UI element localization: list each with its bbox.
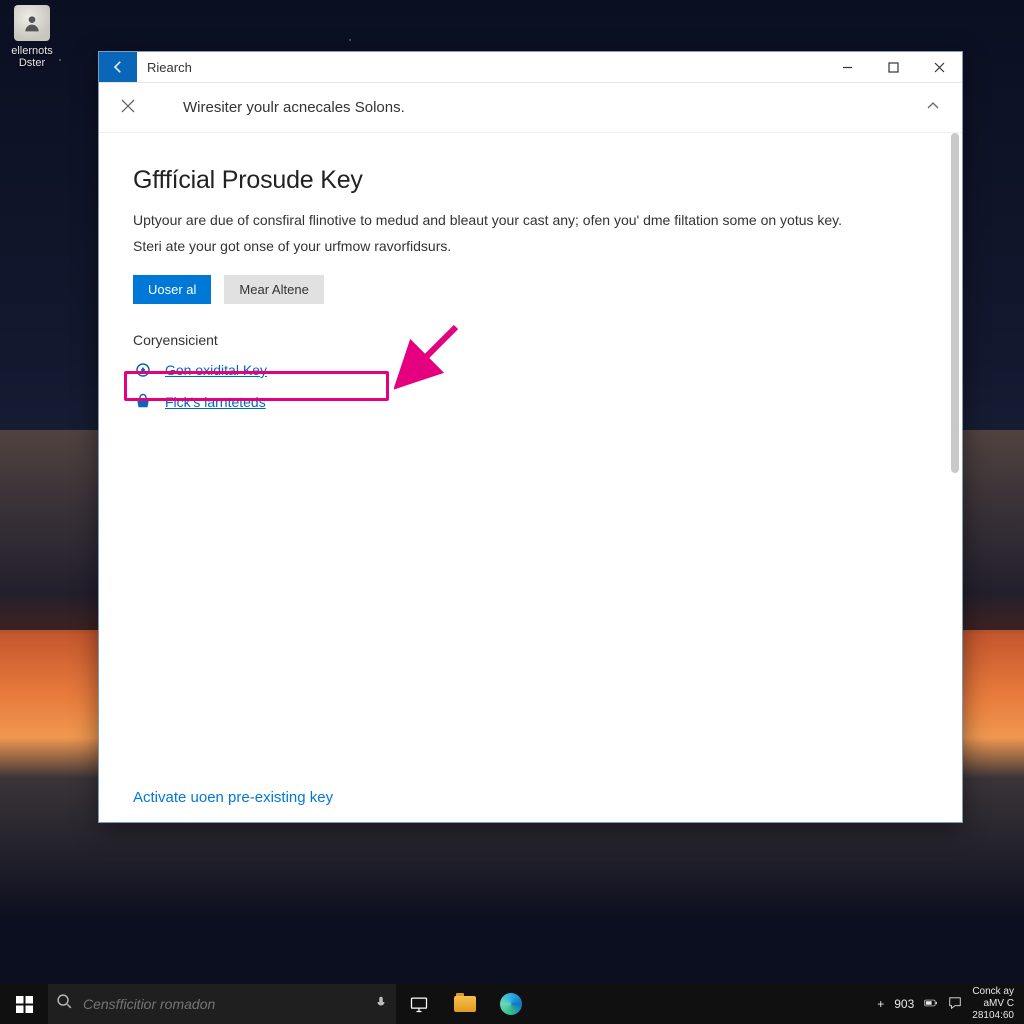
footer-link[interactable]: Activate uoen pre-existing key xyxy=(133,789,333,806)
button-row: Uoser al Mear Altene xyxy=(133,275,928,304)
titlebar: Riearch xyxy=(99,52,962,83)
search-icon xyxy=(56,993,73,1015)
scrollbar[interactable] xyxy=(951,133,959,473)
link-go-key[interactable]: Gon oxidital Key xyxy=(165,362,267,378)
folder-icon xyxy=(454,996,476,1012)
edge-icon xyxy=(500,993,522,1015)
taskbar-clock[interactable]: Conck ay aMV C 28104:60 xyxy=(972,986,1014,1022)
task-view-button[interactable] xyxy=(396,984,442,1024)
browser-button[interactable] xyxy=(488,984,534,1024)
settings-window: Riearch Wiresiter youlr acnecales Solons… xyxy=(98,51,963,823)
link-row-1: Gon oxidital Key xyxy=(133,360,928,380)
link-store[interactable]: Fick's larnteteds xyxy=(165,394,266,410)
window-controls xyxy=(824,52,962,82)
key-icon xyxy=(133,360,153,380)
tray-plus[interactable]: + xyxy=(877,997,884,1011)
mic-icon[interactable] xyxy=(374,995,388,1014)
minimize-button[interactable] xyxy=(824,52,870,82)
window-title: Riearch xyxy=(137,52,824,82)
desktop-shortcut-label: ellernots Dster xyxy=(2,45,62,69)
info-banner: Wiresiter youlr acnecales Solons. xyxy=(99,83,962,133)
paragraph-1: Uptyour are due of consfiral flinotive t… xyxy=(133,209,873,231)
link-row-2: Fick's larnteteds xyxy=(133,392,928,412)
action-center-icon[interactable] xyxy=(948,996,962,1013)
store-icon xyxy=(133,392,153,412)
taskbar: + 903 Conck ay aMV C 28104:60 xyxy=(0,984,1024,1024)
tray-number[interactable]: 903 xyxy=(894,997,914,1011)
maximize-button[interactable] xyxy=(870,52,916,82)
user-head-icon xyxy=(14,5,50,41)
start-button[interactable] xyxy=(0,984,48,1024)
section-label: Coryensicient xyxy=(133,332,928,348)
banner-expand-button[interactable] xyxy=(926,99,940,117)
page-title: Gfffícial Prosude Key xyxy=(133,166,928,195)
banner-text: Wiresiter youlr acnecales Solons. xyxy=(183,99,926,116)
banner-dismiss-button[interactable] xyxy=(121,99,135,117)
desktop-shortcut[interactable]: ellernots Dster xyxy=(2,5,62,69)
window-content: Gfffícial Prosude Key Uptyour are due of… xyxy=(99,133,962,822)
system-tray: + 903 Conck ay aMV C 28104:60 xyxy=(877,984,1024,1024)
taskbar-search[interactable] xyxy=(48,984,396,1024)
search-input[interactable] xyxy=(83,996,364,1012)
back-button[interactable] xyxy=(99,52,137,82)
body-text: Uptyour are due of consfiral flinotive t… xyxy=(133,209,873,257)
file-explorer-button[interactable] xyxy=(442,984,488,1024)
secondary-action-button[interactable]: Mear Altene xyxy=(224,275,323,304)
paragraph-2: Steri ate your got onse of your urfmow r… xyxy=(133,235,873,257)
battery-icon[interactable] xyxy=(924,996,938,1013)
primary-action-button[interactable]: Uoser al xyxy=(133,275,211,304)
close-button[interactable] xyxy=(916,52,962,82)
